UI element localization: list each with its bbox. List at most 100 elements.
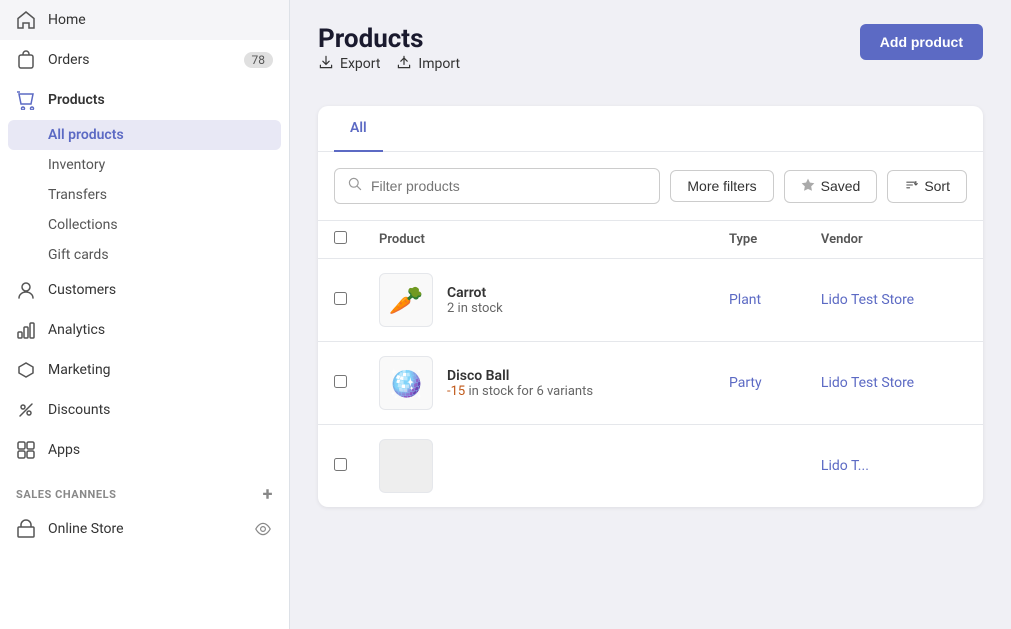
page-title-group: Products Export <box>318 24 460 94</box>
table-row: 🥕 Carrot 2 in stock Plant <box>318 259 983 342</box>
sales-channels-add-icon[interactable]: + <box>263 484 273 505</box>
inventory-label: Inventory <box>48 157 105 173</box>
product-vendor-carrot[interactable]: Lido Test Store <box>805 259 983 342</box>
product-vendor-p3[interactable]: Lido T... <box>805 425 983 508</box>
page-title: Products <box>318 24 460 54</box>
home-icon <box>16 10 36 30</box>
marketing-icon <box>16 360 36 380</box>
sidebar-item-online-store[interactable]: Online Store <box>0 509 289 549</box>
all-products-label: All products <box>48 127 124 143</box>
import-label: Import <box>418 56 460 72</box>
stock-count-disco-ball: -15 <box>447 384 465 399</box>
main-content: Products Export <box>290 0 1011 629</box>
collections-label: Collections <box>48 217 118 233</box>
product-cell-p3 <box>379 439 697 493</box>
sales-channels-section: SALES CHANNELS + <box>0 470 289 509</box>
products-icon <box>16 90 36 110</box>
sidebar-marketing-label: Marketing <box>48 362 273 378</box>
sort-button[interactable]: Sort <box>887 170 967 203</box>
sidebar: Home Orders 78 Products All products Inv… <box>0 0 290 629</box>
search-icon <box>347 176 363 196</box>
saved-label: Saved <box>821 178 861 194</box>
apps-icon <box>16 440 36 460</box>
tab-all[interactable]: All <box>334 106 383 152</box>
col-type: Type <box>713 221 805 259</box>
sidebar-sub-gift-cards[interactable]: Gift cards <box>0 240 289 270</box>
product-name-disco-ball: Disco Ball <box>447 368 593 384</box>
star-icon <box>801 178 815 195</box>
sidebar-orders-label: Orders <box>48 52 232 68</box>
export-label: Export <box>340 56 380 72</box>
sidebar-sub-collections[interactable]: Collections <box>0 210 289 240</box>
product-cell-carrot: 🥕 Carrot 2 in stock <box>379 273 697 327</box>
product-stock-carrot: 2 in stock <box>447 301 503 316</box>
sidebar-customers-label: Customers <box>48 282 273 298</box>
sidebar-item-home[interactable]: Home <box>0 0 289 40</box>
product-cell-disco-ball: 🪩 Disco Ball -15 in stock for 6 variants <box>379 356 697 410</box>
product-type-carrot: Plant <box>713 259 805 342</box>
store-icon <box>16 519 36 539</box>
product-thumb-p3 <box>379 439 433 493</box>
export-link[interactable]: Export <box>318 54 380 74</box>
sidebar-sub-inventory[interactable]: Inventory <box>0 150 289 180</box>
gift-cards-label: Gift cards <box>48 247 109 263</box>
table-row: 🪩 Disco Ball -15 in stock for 6 variants <box>318 342 983 425</box>
customers-icon <box>16 280 36 300</box>
product-thumb-disco-ball: 🪩 <box>379 356 433 410</box>
product-vendor-disco-ball[interactable]: Lido Test Store <box>805 342 983 425</box>
page-actions: Export Import <box>318 54 460 74</box>
select-all-checkbox[interactable] <box>334 231 347 244</box>
sales-channels-label: SALES CHANNELS <box>16 488 116 501</box>
online-store-label: Online Store <box>48 521 241 537</box>
stock-text-carrot: in stock <box>458 301 503 316</box>
product-thumb-carrot: 🥕 <box>379 273 433 327</box>
export-icon <box>318 54 334 74</box>
add-product-button[interactable]: Add product <box>860 24 983 60</box>
saved-button[interactable]: Saved <box>784 170 878 203</box>
import-link[interactable]: Import <box>396 54 460 74</box>
sidebar-sub-transfers[interactable]: Transfers <box>0 180 289 210</box>
tabs-row: All <box>318 106 983 152</box>
stock-text-disco-ball: in stock for 6 variants <box>468 384 593 399</box>
more-filters-button[interactable]: More filters <box>670 170 773 202</box>
sidebar-apps-label: Apps <box>48 442 273 458</box>
product-table: Product Type Vendor 🥕 <box>318 221 983 507</box>
discounts-icon <box>16 400 36 420</box>
col-product: Product <box>363 221 713 259</box>
transfers-label: Transfers <box>48 187 107 203</box>
sidebar-item-apps[interactable]: Apps <box>0 430 289 470</box>
import-icon <box>396 54 412 74</box>
filter-row: More filters Saved <box>318 152 983 221</box>
stock-count-carrot: 2 <box>447 301 454 316</box>
eye-icon <box>253 519 273 539</box>
sidebar-item-customers[interactable]: Customers <box>0 270 289 310</box>
sort-label: Sort <box>924 178 950 194</box>
table-row: Lido T... <box>318 425 983 508</box>
sidebar-item-orders[interactable]: Orders 78 <box>0 40 289 80</box>
sidebar-home-label: Home <box>48 12 273 28</box>
sidebar-item-products[interactable]: Products <box>0 80 289 120</box>
col-vendor: Vendor <box>805 221 983 259</box>
row-checkbox-disco-ball[interactable] <box>334 375 347 388</box>
sidebar-discounts-label: Discounts <box>48 402 273 418</box>
orders-badge: 78 <box>244 52 274 68</box>
analytics-icon <box>16 320 36 340</box>
sort-icon <box>904 178 918 195</box>
product-stock-disco-ball: -15 in stock for 6 variants <box>447 384 593 399</box>
product-type-disco-ball: Party <box>713 342 805 425</box>
sidebar-products-label: Products <box>48 92 273 108</box>
product-name-carrot: Carrot <box>447 285 503 301</box>
products-card: All More filters <box>318 106 983 507</box>
row-checkbox-carrot[interactable] <box>334 292 347 305</box>
row-checkbox-p3[interactable] <box>334 458 347 471</box>
sidebar-item-marketing[interactable]: Marketing <box>0 350 289 390</box>
product-type-p3 <box>713 425 805 508</box>
filter-input-wrap[interactable] <box>334 168 660 204</box>
orders-icon <box>16 50 36 70</box>
sidebar-analytics-label: Analytics <box>48 322 273 338</box>
sidebar-item-analytics[interactable]: Analytics <box>0 310 289 350</box>
sidebar-item-discounts[interactable]: Discounts <box>0 390 289 430</box>
page-header: Products Export <box>318 24 983 94</box>
filter-input[interactable] <box>371 178 647 194</box>
sidebar-sub-all-products[interactable]: All products <box>8 120 281 150</box>
